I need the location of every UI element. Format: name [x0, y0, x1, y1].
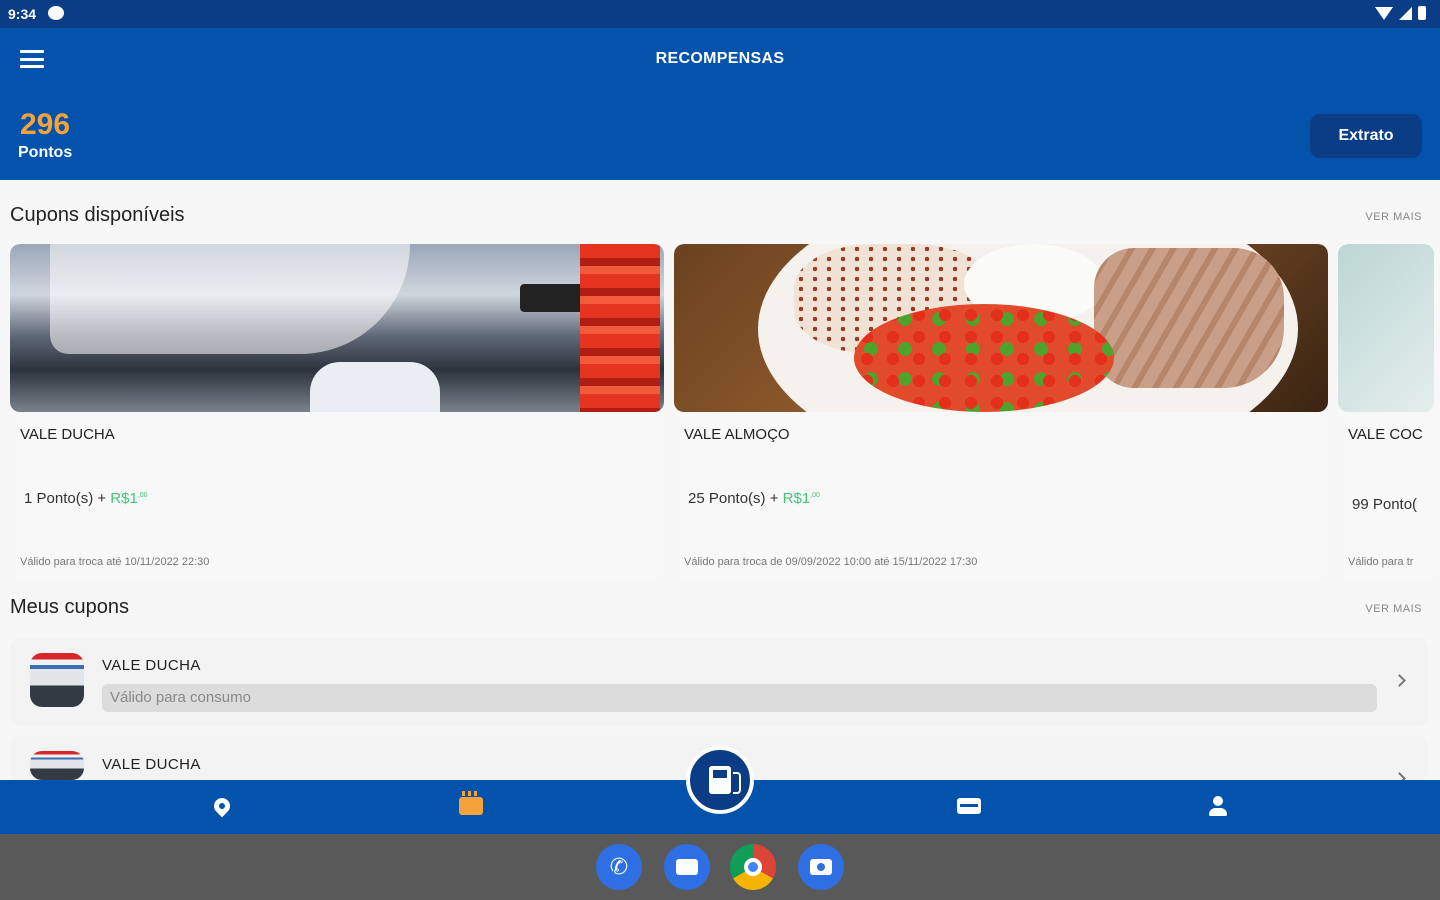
- my-coupon-title: VALE DUCHA: [102, 756, 201, 773]
- fuel-pump-icon: [709, 766, 741, 794]
- coupon-price: 99 Ponto(: [1352, 496, 1418, 513]
- status-indicators: [1375, 6, 1426, 20]
- my-coupons-heading: Meus cupons: [10, 596, 129, 618]
- points-label: Pontos: [18, 144, 73, 161]
- coupon-card-lunch[interactable]: VALE ALMOÇO 25 Ponto(s) + R$1,00 Válido …: [674, 244, 1328, 580]
- available-coupons-see-more[interactable]: VER MAIS: [1365, 211, 1422, 223]
- messages-icon[interactable]: [664, 844, 710, 890]
- my-coupon-row[interactable]: VALE DUCHA Válido para consumo: [10, 638, 1428, 726]
- camera-icon[interactable]: [798, 844, 844, 890]
- battery-icon: [1418, 6, 1426, 20]
- fuel-pump-button[interactable]: [686, 746, 754, 814]
- my-coupon-title: VALE DUCHA: [102, 657, 201, 674]
- coupon-card-coconut[interactable]: VALE COC 99 Ponto( Válido para tr: [1338, 244, 1440, 580]
- status-bar: 9:34: [0, 0, 1440, 28]
- coupon-price: 25 Ponto(s) + R$1,00: [688, 490, 820, 507]
- coupon-title: VALE COC: [1348, 426, 1423, 443]
- phone-icon[interactable]: ✆: [596, 844, 642, 890]
- cell-signal-icon: [1399, 6, 1412, 20]
- gift-icon[interactable]: [457, 791, 485, 820]
- points-balance: 296: [20, 108, 71, 141]
- status-time: 9:34: [8, 6, 37, 22]
- my-coupon-status: Válido para consumo: [102, 684, 1377, 712]
- coupon-card-car-wash[interactable]: VALE DUCHA 1 Ponto(s) + R$1,00 Válido pa…: [10, 244, 664, 580]
- chrome-icon[interactable]: [730, 844, 776, 890]
- statement-button[interactable]: Extrato: [1310, 114, 1422, 158]
- system-dock: ✆: [0, 834, 1440, 900]
- car-wash-image: [10, 244, 664, 412]
- available-coupons-heading: Cupons disponíveis: [10, 204, 185, 226]
- my-coupons-see-more[interactable]: VER MAIS: [1365, 603, 1422, 615]
- coupon-validity: Válido para tr: [1348, 556, 1414, 568]
- chat-notification-icon: [48, 6, 64, 20]
- location-pin-icon[interactable]: [208, 792, 236, 820]
- coconut-image: [1338, 244, 1434, 412]
- wifi-icon: [1375, 6, 1393, 20]
- coupon-validity: Válido para troca até 10/11/2022 22:30: [20, 556, 210, 568]
- profile-icon[interactable]: [1204, 792, 1232, 820]
- lunch-plate-image: [674, 244, 1328, 412]
- chevron-right-icon: [1393, 674, 1406, 687]
- coupon-title: VALE DUCHA: [20, 426, 115, 443]
- car-wash-thumbnail: [30, 653, 84, 707]
- car-wash-thumbnail: [30, 751, 84, 780]
- coupon-price: 1 Ponto(s) + R$1,00: [24, 490, 148, 507]
- ticket-icon[interactable]: [955, 792, 983, 820]
- coupon-validity: Válido para troca de 09/09/2022 10:00 at…: [684, 556, 978, 568]
- coupon-title: VALE ALMOÇO: [684, 426, 790, 443]
- page-title: RECOMPENSAS: [655, 50, 785, 67]
- app-header: RECOMPENSAS 296 Pontos Extrato: [0, 28, 1440, 180]
